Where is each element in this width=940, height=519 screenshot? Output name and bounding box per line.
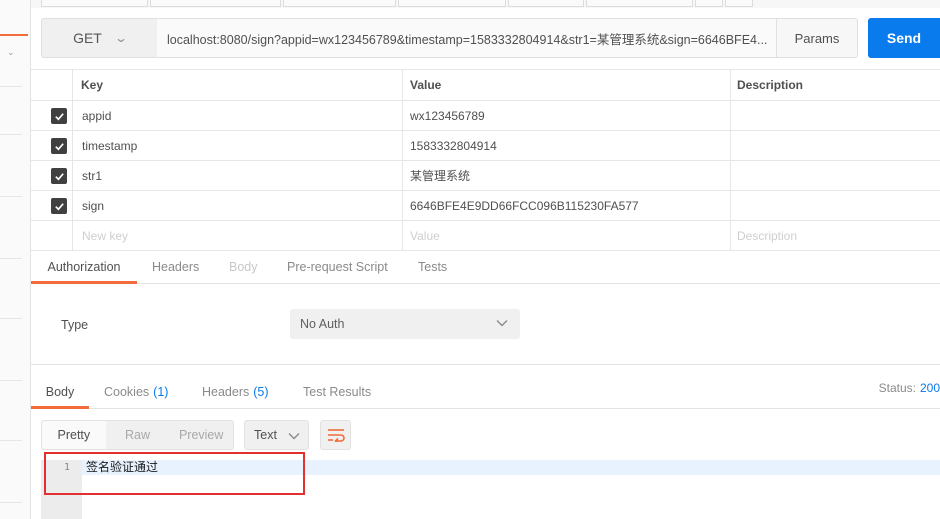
sidebar-divider: [0, 86, 22, 87]
tab-cookies[interactable]: Cookies (1): [104, 375, 168, 408]
table-header-row: Key Value Description: [31, 70, 940, 101]
param-key-input[interactable]: sign: [72, 191, 402, 220]
request-tab[interactable]: [695, 0, 723, 7]
param-value-input[interactable]: 1583332804914: [402, 131, 730, 160]
param-description-input[interactable]: [730, 161, 940, 190]
table-row: timestamp 1583332804914: [31, 131, 940, 161]
sidebar-divider: [0, 196, 22, 197]
value-column-header: Value: [402, 70, 730, 100]
sidebar-strip: ⌄: [0, 0, 31, 519]
status-code: 200: [919, 381, 940, 395]
sidebar-divider: [0, 318, 22, 319]
tab-prerequest-script[interactable]: Pre-request Script: [287, 251, 388, 283]
param-value-input[interactable]: wx123456789: [402, 101, 730, 130]
chevron-down-icon: [288, 433, 300, 440]
params-table: Key Value Description appid wx123456789 …: [31, 69, 940, 251]
request-tab-bar: [31, 0, 940, 8]
cookies-count: (1): [153, 384, 169, 399]
param-key-input[interactable]: str1: [72, 161, 402, 190]
auth-type-value: No Auth: [300, 317, 345, 331]
response-view-toggle: Pretty Raw Preview: [41, 420, 234, 450]
checkmark-icon: [54, 172, 64, 180]
row-checkbox[interactable]: [51, 168, 67, 184]
table-row: str1 某管理系统: [31, 161, 940, 191]
sidebar-active-indicator: [0, 34, 28, 36]
preview-button[interactable]: Preview: [169, 421, 233, 449]
sidebar-divider: [0, 258, 22, 259]
request-tab[interactable]: [508, 0, 584, 7]
raw-button[interactable]: Raw: [106, 421, 170, 449]
request-tab[interactable]: [586, 0, 693, 7]
sidebar-divider: [0, 380, 22, 381]
response-tabs: Body Cookies (1) Headers (5) Test Result…: [31, 375, 940, 409]
request-tab[interactable]: [398, 0, 506, 7]
tab-body[interactable]: Body: [229, 251, 258, 283]
sidebar-divider: [0, 134, 22, 135]
method-select[interactable]: GET ⌄: [41, 18, 158, 58]
url-text: localhost:8080/sign?appid=wx123456789&ti…: [167, 32, 768, 47]
tab-headers[interactable]: Headers: [152, 251, 199, 283]
row-checkbox[interactable]: [51, 198, 67, 214]
annotation-highlight-box: [44, 452, 305, 495]
headers-count: (5): [253, 384, 269, 399]
param-description-input[interactable]: [730, 191, 940, 220]
table-row: sign 6646BFE4E9DD66FCC096B115230FA577: [31, 191, 940, 221]
status-label: Status:: [878, 381, 916, 395]
checkmark-icon: [54, 202, 64, 210]
tab-authorization[interactable]: Authorization: [31, 251, 137, 284]
method-label: GET: [73, 30, 102, 46]
format-value: Text: [254, 428, 277, 442]
auth-type-label: Type: [61, 318, 89, 332]
param-value-input[interactable]: 6646BFE4E9DD66FCC096B115230FA577: [402, 191, 730, 220]
tab-response-headers[interactable]: Headers (5): [202, 375, 269, 408]
send-button[interactable]: Send: [868, 18, 940, 58]
sidebar-divider: [0, 502, 22, 503]
checkmark-icon: [54, 112, 64, 120]
new-key-input[interactable]: New key: [72, 221, 402, 250]
param-key-input[interactable]: appid: [72, 101, 402, 130]
row-checkbox[interactable]: [51, 138, 67, 154]
request-tab[interactable]: [725, 0, 753, 7]
request-section-tabs: Authorization Headers Body Pre-request S…: [31, 251, 940, 284]
chevron-down-icon: ⌄: [113, 31, 128, 45]
description-column-header: Description: [730, 70, 940, 100]
request-tab[interactable]: [150, 0, 281, 7]
key-column-header: Key: [72, 70, 402, 100]
tab-response-body[interactable]: Body: [31, 375, 89, 409]
format-select[interactable]: Text: [244, 420, 309, 450]
param-description-input[interactable]: [730, 131, 940, 160]
chevron-down-icon[interactable]: ⌄: [7, 47, 15, 58]
tab-tests[interactable]: Tests: [418, 251, 447, 283]
tab-test-results[interactable]: Test Results: [303, 375, 371, 408]
row-checkbox[interactable]: [51, 108, 67, 124]
param-value-input[interactable]: 某管理系统: [402, 161, 730, 190]
authorization-panel: Type No Auth: [31, 284, 940, 365]
chevron-down-icon: [496, 320, 508, 327]
auth-type-select[interactable]: No Auth: [290, 309, 520, 339]
wrap-lines-icon: [327, 429, 345, 442]
url-input[interactable]: localhost:8080/sign?appid=wx123456789&ti…: [157, 18, 777, 58]
new-value-input[interactable]: Value: [402, 221, 730, 250]
pretty-button[interactable]: Pretty: [42, 421, 106, 449]
sidebar-divider: [0, 440, 22, 441]
wrap-lines-button[interactable]: [320, 420, 351, 450]
table-row: appid wx123456789: [31, 101, 940, 131]
cookies-label: Cookies: [104, 384, 150, 399]
headers-label: Headers: [202, 384, 250, 399]
param-key-input[interactable]: timestamp: [72, 131, 402, 160]
param-description-input[interactable]: [730, 101, 940, 130]
request-tab[interactable]: [283, 0, 396, 7]
new-description-input[interactable]: Description: [730, 221, 940, 250]
new-param-row: New key Value Description: [31, 221, 940, 251]
params-button[interactable]: Params: [776, 18, 858, 58]
request-tab[interactable]: [41, 0, 148, 7]
checkmark-icon: [54, 142, 64, 150]
